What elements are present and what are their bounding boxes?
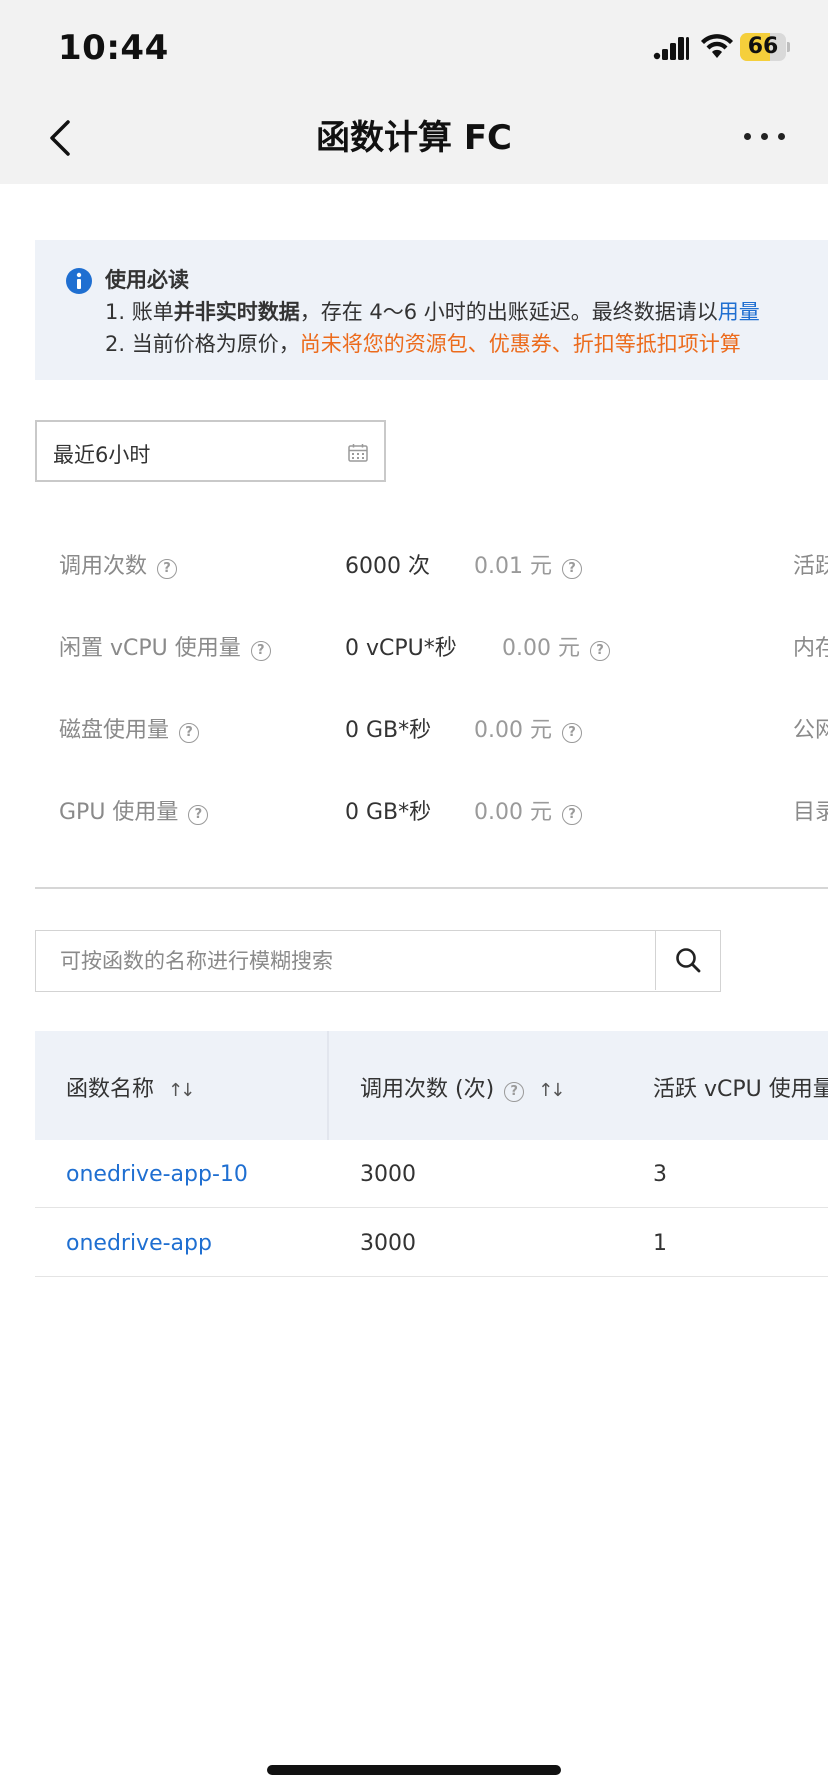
help-icon[interactable]: ? — [188, 805, 209, 825]
search-input[interactable] — [36, 931, 656, 990]
metric-label-right: 公网 — [793, 718, 828, 743]
metric-label-right: 活跃 — [793, 554, 828, 579]
metric-row-invocations: 调用次数? 6000 次 0.01 元? 活跃 — [0, 542, 828, 582]
notice-line-1-prefix: 1. 账单 — [105, 300, 174, 324]
column-header-invocations[interactable]: 调用次数 (次)? ↑↓ — [360, 1071, 565, 1103]
usage-detail-link[interactable]: 用量 — [718, 300, 760, 324]
search-button[interactable] — [655, 931, 720, 990]
table-row: onedrive-app 3000 1 — [35, 1209, 828, 1277]
notice-title: 使用必读 — [105, 268, 189, 292]
battery-icon: 66 — [740, 33, 790, 61]
date-range-value: 最近6小时 — [53, 443, 151, 467]
metric-row-idle-vcpu: 闲置 vCPU 使用量? 0 vCPU*秒 0.00 元? 内存 — [0, 624, 828, 664]
sort-icon[interactable]: ↑↓ — [168, 1080, 195, 1101]
cell-active-vcpu: 3 — [653, 1162, 667, 1187]
cell-invocations: 3000 — [360, 1231, 416, 1256]
help-icon[interactable]: ? — [179, 723, 200, 743]
column-separator — [327, 1031, 329, 1140]
table-header: 函数名称 ↑↓ 调用次数 (次)? ↑↓ 活跃 vCPU 使用量 — [35, 1031, 828, 1140]
help-icon[interactable]: ? — [561, 559, 582, 579]
battery-level-text: 66 — [747, 34, 779, 59]
metric-cost: 0.00 元? — [502, 630, 610, 662]
metric-label: 调用次数? — [59, 548, 178, 580]
notice-line-1-bold: 并非实时数据 — [173, 300, 300, 324]
notice-line-2-prefix: 2. 当前价格为原价， — [105, 332, 300, 356]
home-indicator[interactable] — [267, 1765, 561, 1775]
help-icon[interactable]: ? — [561, 805, 582, 825]
metric-value: 0 GB*秒 — [345, 800, 432, 825]
metric-label-right: 内存 — [793, 636, 828, 661]
metric-row-disk: 磁盘使用量? 0 GB*秒 0.00 元? 公网 — [0, 706, 828, 746]
metric-label-right: 目录 — [793, 800, 828, 825]
more-options-icon[interactable] — [740, 122, 790, 152]
function-table: 函数名称 ↑↓ 调用次数 (次)? ↑↓ 活跃 vCPU 使用量 onedrive-… — [35, 1031, 828, 1279]
notice-line-1-text: ，存在 4～6 小时的出账延迟。最终数据请以 — [299, 300, 718, 324]
help-icon[interactable]: ? — [157, 559, 178, 579]
usage-metrics: 调用次数? 6000 次 0.01 元? 活跃 闲置 vCPU 使用量? 0 v… — [0, 520, 828, 860]
metric-label: GPU 使用量? — [59, 794, 209, 826]
wifi-icon — [701, 34, 733, 58]
status-bar: 10:44 66 — [0, 0, 828, 92]
metric-cost: 0.00 元? — [474, 712, 582, 744]
metric-cost: 0.01 元? — [474, 548, 582, 580]
help-icon[interactable]: ? — [589, 641, 610, 661]
metric-value: 6000 次 — [345, 554, 430, 579]
back-arrow-icon[interactable] — [44, 114, 80, 162]
metric-label: 磁盘使用量? — [59, 712, 200, 744]
help-icon[interactable]: ? — [504, 1082, 525, 1102]
cell-active-vcpu: 1 — [653, 1231, 667, 1256]
page-title: 函数计算 FC — [315, 118, 512, 158]
function-name-link[interactable]: onedrive-app — [66, 1231, 212, 1256]
metric-value: 0 vCPU*秒 — [345, 636, 457, 661]
help-icon[interactable]: ? — [561, 723, 582, 743]
search-icon — [676, 948, 701, 973]
date-range-picker[interactable]: 最近6小时 — [35, 420, 386, 482]
info-icon — [66, 268, 92, 294]
metric-row-gpu: GPU 使用量? 0 GB*秒 0.00 元? 目录 — [0, 788, 828, 828]
help-icon[interactable]: ? — [250, 641, 271, 661]
metric-label: 闲置 vCPU 使用量? — [59, 630, 271, 662]
status-time: 10:44 — [58, 28, 169, 68]
notice-line-2-warning: 尚未将您的资源包、优惠券、折扣等抵扣项计算 — [299, 332, 741, 356]
sort-icon[interactable]: ↑↓ — [538, 1080, 565, 1101]
calendar-icon — [348, 444, 368, 462]
cellular-signal-icon — [653, 37, 689, 60]
column-header-function-name[interactable]: 函数名称 ↑↓ — [66, 1071, 195, 1103]
notice-line-2: 2. 当前价格为原价，尚未将您的资源包、优惠券、折扣等抵扣项计算 — [105, 328, 741, 358]
cell-invocations: 3000 — [360, 1162, 416, 1187]
function-search — [35, 930, 721, 992]
notice-banner: 使用必读 1. 账单并非实时数据，存在 4～6 小时的出账延迟。最终数据请以用量… — [35, 240, 828, 380]
notice-line-1: 1. 账单并非实时数据，存在 4～6 小时的出账延迟。最终数据请以用量 — [105, 296, 760, 326]
nav-bar: 函数计算 FC — [0, 92, 828, 184]
table-row: onedrive-app-10 3000 3 — [35, 1140, 828, 1208]
column-header-active-vcpu: 活跃 vCPU 使用量 — [653, 1077, 828, 1102]
metric-cost: 0.00 元? — [474, 794, 582, 826]
metric-value: 0 GB*秒 — [345, 718, 432, 743]
function-name-link[interactable]: onedrive-app-10 — [66, 1162, 248, 1187]
section-divider — [35, 887, 828, 889]
